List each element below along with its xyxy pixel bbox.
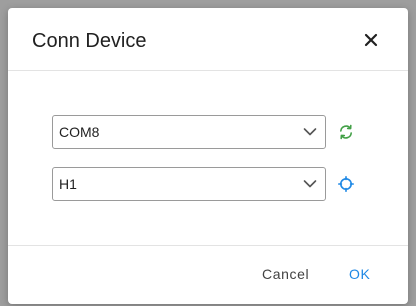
close-button[interactable]: [362, 31, 380, 49]
dialog-title: Conn Device: [32, 30, 147, 52]
dialog-footer: Cancel OK: [8, 245, 408, 304]
chevron-down-icon: [303, 128, 317, 136]
scan-target-icon: [338, 176, 354, 192]
port-select-value: COM8: [59, 124, 100, 140]
cancel-button[interactable]: Cancel: [262, 265, 309, 283]
port-select[interactable]: COM8: [52, 115, 326, 149]
port-refresh-button[interactable]: [338, 124, 354, 140]
close-icon: [364, 33, 378, 47]
ok-button[interactable]: OK: [349, 265, 370, 283]
refresh-icon: [340, 124, 352, 140]
conn-device-dialog: Conn Device COM8 H1 Cancel OK: [8, 8, 408, 304]
device-scan-button[interactable]: [338, 176, 354, 192]
device-select-value: H1: [59, 176, 77, 192]
chevron-down-icon: [303, 180, 317, 188]
device-select[interactable]: H1: [52, 167, 326, 201]
dialog-header: Conn Device: [8, 8, 408, 71]
